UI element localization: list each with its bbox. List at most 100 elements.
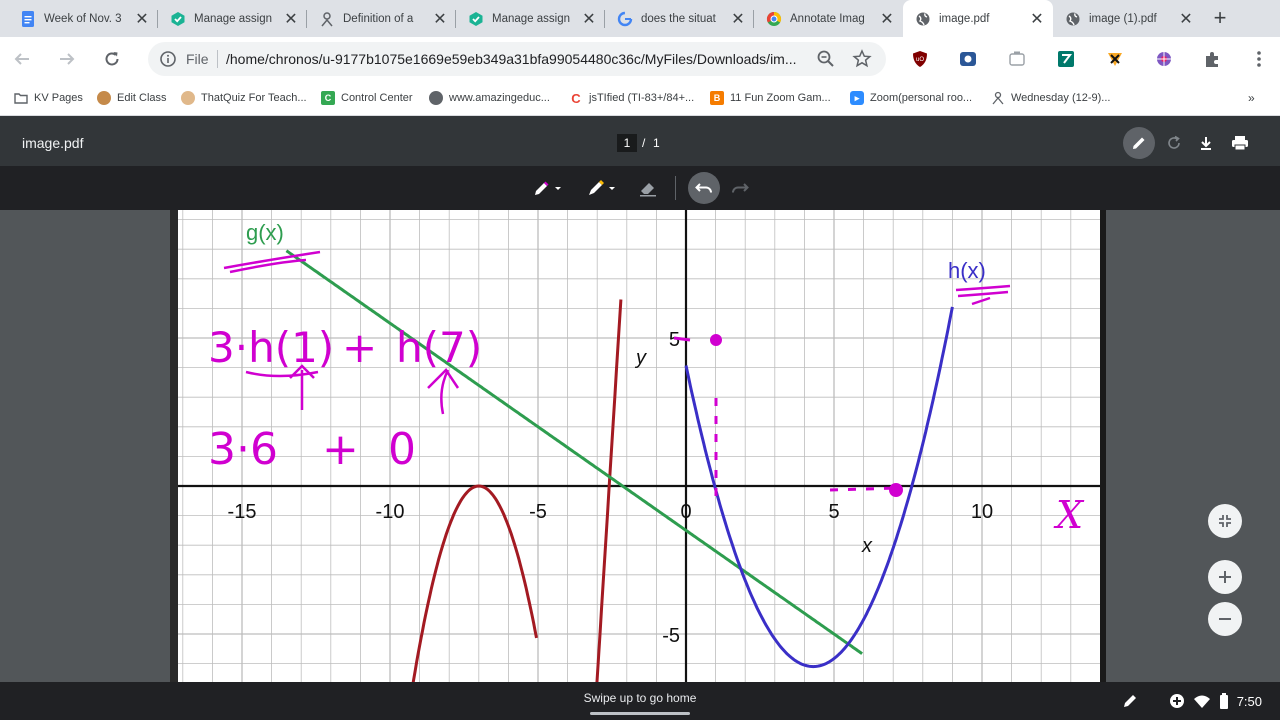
x-tick-label: 10 [971,501,993,523]
bookmark-item[interactable]: B 11 Fun Zoom Gam... [710,91,831,105]
rotate-icon [1168,135,1180,149]
rotate-button[interactable] [1158,127,1190,159]
fit-to-page-button[interactable] [1208,504,1242,538]
close-icon[interactable]: ✕ [1029,11,1045,28]
page-number-input[interactable]: 1 [617,134,637,152]
bookmark-label: ThatQuiz For Teach... [201,92,307,104]
ink-expression-term: 3·6 [208,424,278,475]
tab[interactable]: image (1).pdf ✕ [1053,0,1202,37]
app-icon [991,91,1005,105]
zoom-icon: ▸ [850,91,864,105]
tab-title: Week of Nov. 3 [44,12,122,25]
tab[interactable]: Manage assign ✕ [158,0,307,37]
extension-icon[interactable] [1008,50,1026,68]
stylus-icon[interactable] [1121,692,1139,710]
close-icon[interactable]: ✕ [1178,11,1194,28]
svg-text:uO: uO [916,57,924,63]
tab-active[interactable]: image.pdf ✕ [903,0,1053,37]
tab[interactable]: Manage assign ✕ [456,0,605,37]
ublock-icon[interactable]: uO [911,50,929,68]
bookmark-label: jsTIfied (TI-83+/84+... [589,92,695,104]
x-tick-label: -15 [228,501,257,523]
tab[interactable]: Week of Nov. 3 ✕ [8,0,158,37]
redo-button[interactable] [728,174,752,202]
bookmark-star-icon[interactable] [852,49,872,69]
curve-g [285,249,863,655]
pdf-page[interactable]: -15-10-50510105-5 y x g(x) h(x) 3·h(1) +… [170,210,1106,682]
close-icon[interactable]: ✕ [730,11,746,28]
redo-icon [732,183,749,193]
info-icon[interactable] [158,49,178,69]
globe-icon [1065,11,1081,27]
close-icon[interactable]: ✕ [581,11,597,28]
x-tick-label: -5 [529,501,547,523]
bookmark-item[interactable]: ▸ Zoom(personal roo... [850,91,972,105]
tab[interactable]: Definition of a ✕ [307,0,456,37]
back-button[interactable] [8,45,36,73]
tab-strip: Week of Nov. 3 ✕ Manage assign ✕ Definit… [0,0,1280,37]
ink-expression-term: h(7) [396,323,482,372]
pen-tool-button[interactable] [530,174,566,202]
close-icon[interactable]: ✕ [879,11,895,28]
app-icon [319,11,335,27]
pdf-viewport[interactable]: -15-10-50510105-5 y x g(x) h(x) 3·h(1) +… [0,210,1280,682]
bookmark-item[interactable]: Wednesday (12-9)... [991,91,1110,105]
globe-icon [915,11,931,27]
undo-button[interactable] [688,172,720,204]
extension-icon[interactable] [1057,50,1075,68]
url-text[interactable]: /home/chronos/u-9177b1075e1669e59eb349a3… [226,51,806,67]
reload-icon [105,52,119,66]
edpuzzle-icon [170,11,186,27]
zoom-icon[interactable] [816,49,836,69]
home-gesture-bar[interactable] [590,712,690,715]
tab-title: Manage assign [492,12,570,25]
app-icon [97,91,111,105]
print-button[interactable] [1224,127,1256,159]
zoom-out-button[interactable] [1208,602,1242,636]
menu-dots-icon[interactable] [1250,50,1268,68]
h-function-label: h(x) [948,258,986,283]
tab[interactable]: Annotate Imag ✕ [754,0,903,37]
close-icon[interactable]: ✕ [134,11,150,28]
highlighter-tool-button[interactable] [584,174,620,202]
g-function-label: g(x) [246,220,284,245]
bookmark-item[interactable]: www.amazingeduc... [429,91,550,105]
reload-button[interactable] [98,45,126,73]
eraser-tool-button[interactable] [636,174,660,202]
screencastify-icon[interactable] [959,50,977,68]
ink-underline-h [955,284,1011,306]
edpuzzle-icon [468,11,484,27]
status-tray[interactable]: 7:50 [1121,692,1262,710]
tab-title: image (1).pdf [1089,12,1157,25]
tab-title: Manage assign [194,12,272,25]
bookmark-item[interactable]: Edit Class [97,91,167,105]
bookmark-item[interactable]: C jsTIfied (TI-83+/84+... [569,91,695,106]
puzzle-icon[interactable] [1203,50,1221,68]
new-tab-button[interactable]: + [1206,4,1234,32]
pen-icon [535,181,561,195]
blogger-icon: B [710,91,724,105]
ink-point [710,334,722,346]
close-icon[interactable]: ✕ [283,11,299,28]
bookmark-item[interactable]: ThatQuiz For Teach... [181,91,307,105]
x-tick-label: 0 [680,501,691,523]
bookmark-item[interactable]: KV Pages [14,91,83,105]
zoom-in-button[interactable] [1208,560,1242,594]
x-axis-label: x [861,535,873,557]
address-bar[interactable]: File /home/chronos/u-9177b1075e1669e59eb… [148,42,886,76]
tab[interactable]: does the situat ✕ [605,0,754,37]
extension-icon[interactable] [1155,50,1173,68]
fit-page-icon [1219,515,1231,527]
bookmark-label: Edit Class [117,92,167,104]
bookmark-item[interactable]: C Control Center [321,91,413,105]
url-scheme: File [186,51,209,67]
annotate-button[interactable] [1123,127,1155,159]
download-button[interactable] [1190,127,1222,159]
extension-icon[interactable] [1106,50,1124,68]
bookmarks-overflow-button[interactable]: » [1248,91,1255,105]
forward-button[interactable] [53,45,81,73]
close-icon[interactable]: ✕ [432,11,448,28]
download-icon [1201,137,1211,150]
page-total: 1 [653,136,660,150]
google-icon [617,11,633,27]
